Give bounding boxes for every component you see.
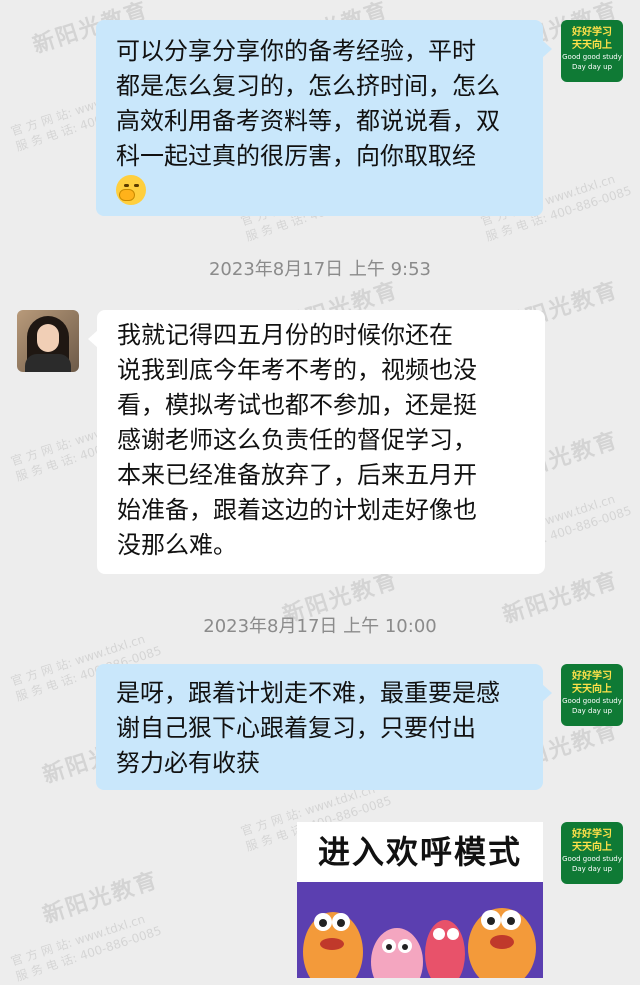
sticker-caption: 进入欢呼模式 [297, 822, 543, 882]
message-text-line: 我就记得四五月份的时候你还在 [117, 321, 453, 349]
message-timestamp: 2023年8月17日 上午 9:53 [208, 259, 432, 280]
message-text-line: 都是怎么复习的，怎么挤时间，怎么 [116, 72, 500, 100]
sticker-message[interactable]: 进入欢呼模式 [297, 822, 543, 978]
watermark: 官 方 网 站: www.tdxl.cn 服 务 电 话: 400-886-00… [9, 911, 164, 984]
bubble-tail [542, 40, 552, 58]
message-text-line: 感谢老师这么负责任的督促学习， [117, 426, 477, 454]
message-text-line: 没那么难。 [117, 531, 237, 559]
message-text-line: 说我到底今年考不考的，视频也没 [117, 356, 477, 384]
message-text-line: 努力必有收获 [116, 749, 260, 777]
self-avatar[interactable]: 好好学习 天天向上 Good good study Day day up [561, 822, 623, 884]
message-text-line: 始准备，跟着这边的计划走好像也 [117, 496, 477, 524]
message-text-line: 可以分享分享你的备考经验，平时 [116, 37, 476, 65]
sticker-image [297, 882, 543, 978]
message-text-line: 是呀，跟着计划走不难，最重要是感 [116, 679, 500, 707]
message-bubble-outgoing[interactable]: 是呀，跟着计划走不难，最重要是感 谢自己狠下心跟着复习，只要付出 努力必有收获 [96, 664, 552, 790]
message-bubble-outgoing[interactable]: 可以分享分享你的备考经验，平时 都是怎么复习的，怎么挤时间，怎么 高效利用备考资… [96, 20, 552, 216]
message-timestamp: 2023年8月17日 上午 10:00 [203, 616, 437, 637]
self-avatar[interactable]: 好好学习 天天向上 Good good study Day day up [561, 20, 623, 82]
message-text-line: 科一起过真的很厉害，向你取取经 [116, 142, 476, 170]
message-text-line: 谢自己狠下心跟着复习，只要付出 [116, 714, 476, 742]
self-avatar[interactable]: 好好学习 天天向上 Good good study Day day up [561, 664, 623, 726]
bubble-tail [542, 684, 552, 702]
contact-avatar[interactable] [17, 310, 79, 372]
thinking-face-icon [116, 175, 146, 205]
bubble-tail [88, 330, 98, 348]
message-text-line: 本来已经准备放弃了，后来五月开 [117, 461, 477, 489]
message-text-line: 高效利用备考资料等，都说说看，双 [116, 107, 500, 135]
message-bubble-incoming[interactable]: 我就记得四五月份的时候你还在 说我到底今年考不考的，视频也没 看，模拟考试也都不… [88, 310, 545, 574]
watermark: 新阳光教育 [39, 867, 162, 929]
message-text-line: 看，模拟考试也都不参加，还是挺 [117, 391, 477, 419]
